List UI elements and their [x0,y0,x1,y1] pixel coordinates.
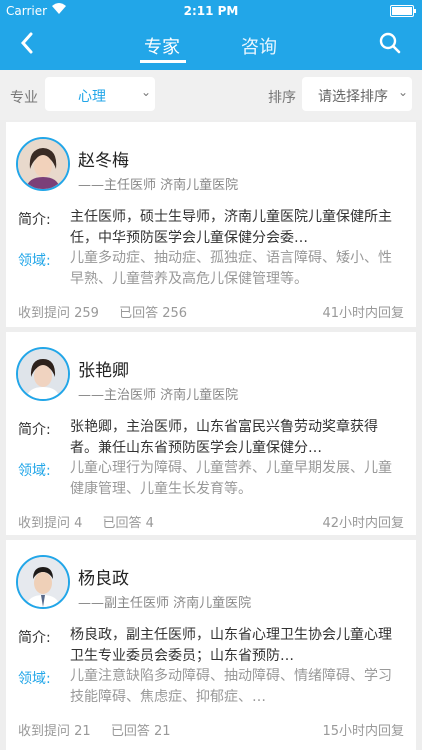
questions-received: 收到提问 21 [18,724,91,739]
status-time: 2:11 PM [183,4,239,18]
questions-answered: 已回答 4 [102,516,154,531]
reply-time: 41小时内回复 [322,306,404,321]
question-stats: 收到提问 4 已回答 4 [18,512,170,531]
intro-label: 简介: [18,630,51,646]
sort-select[interactable]: 请选择排序 ⌄ [302,77,412,111]
avatar [16,137,70,191]
intro-text: 张艳卿，主治医师，山东省富民兴鲁劳动奖章获得者。兼任山东省预防医学会儿童保健分… [70,419,378,456]
field-text: 儿童心理行为障碍、儿童营养、儿童早期发展、儿童健康管理、儿童生长发育等。 [70,460,392,497]
tab-expert[interactable]: 专家 [144,33,180,59]
questions-answered: 已回答 256 [119,306,188,321]
chevron-down-icon: ⌄ [397,85,408,99]
back-arrow-icon [20,32,33,54]
tab-consult[interactable]: 咨询 [241,33,277,59]
avatar [16,347,70,401]
expert-name: 赵冬梅 [78,151,129,171]
specialty-select[interactable]: 心理 ⌄ [45,77,155,111]
intro-label: 简介: [18,212,51,228]
tab-active-indicator [140,60,186,63]
battery-icon [390,5,416,17]
specialty-value: 心理 [78,89,106,105]
question-stats: 收到提问 259 已回答 256 [18,302,203,321]
question-stats: 收到提问 21 已回答 21 [18,720,187,739]
search-icon [379,32,401,54]
field-label: 领域: [18,253,51,269]
search-button[interactable] [378,31,402,55]
status-bar: Carrier 2:11 PM [0,0,422,22]
questions-received: 收到提问 259 [18,306,99,321]
sort-label: 排序 [268,90,296,106]
expert-title: ——主治医师 济南儿童医院 [78,388,239,403]
expert-card[interactable]: 张艳卿 ——主治医师 济南儿童医院 简介: 张艳卿，主治医师，山东省富民兴鲁劳动… [6,332,416,535]
expert-card[interactable]: 赵冬梅 ——主任医师 济南儿童医院 简介: 主任医师，硕士生导师，济南儿童医院儿… [6,122,416,327]
avatar [16,555,70,609]
intro-text: 杨良政，副主任医师，山东省心理卫生协会儿童心理卫生专业委员会委员；山东省预防… [70,627,392,664]
field-text: 儿童注意缺陷多动障碍、抽动障碍、情绪障碍、学习技能障碍、焦虑症、抑郁症、… [70,668,392,705]
intro-text: 主任医师，硕士生导师，济南儿童医院儿童保健所主任，中华预防医学会儿童保健分会委… [70,209,392,246]
questions-answered: 已回答 21 [110,724,171,739]
expert-title: ——主任医师 济南儿童医院 [78,178,239,193]
expert-name: 杨良政 [78,569,129,589]
field-label: 领域: [18,463,51,479]
expert-card[interactable]: 杨良政 ——副主任医师 济南儿童医院 简介: 杨良政，副主任医师，山东省心理卫生… [6,540,416,750]
questions-received: 收到提问 4 [18,516,83,531]
app-header: Carrier 2:11 PM 专家 咨询 [0,0,422,70]
expert-title: ——副主任医师 济南儿童医院 [78,596,252,611]
back-button[interactable] [16,31,40,55]
reply-time: 15小时内回复 [322,724,404,739]
sort-placeholder: 请选择排序 [318,89,388,105]
field-text: 儿童多动症、抽动症、孤独症、语言障碍、矮小、性早熟、儿童营养及高危儿保健管理等。 [70,250,392,287]
specialty-label: 专业 [10,90,38,106]
expert-name: 张艳卿 [78,361,129,381]
intro-label: 简介: [18,422,51,438]
chevron-down-icon: ⌄ [140,85,151,99]
field-label: 领域: [18,671,51,687]
reply-time: 42小时内回复 [322,516,404,531]
